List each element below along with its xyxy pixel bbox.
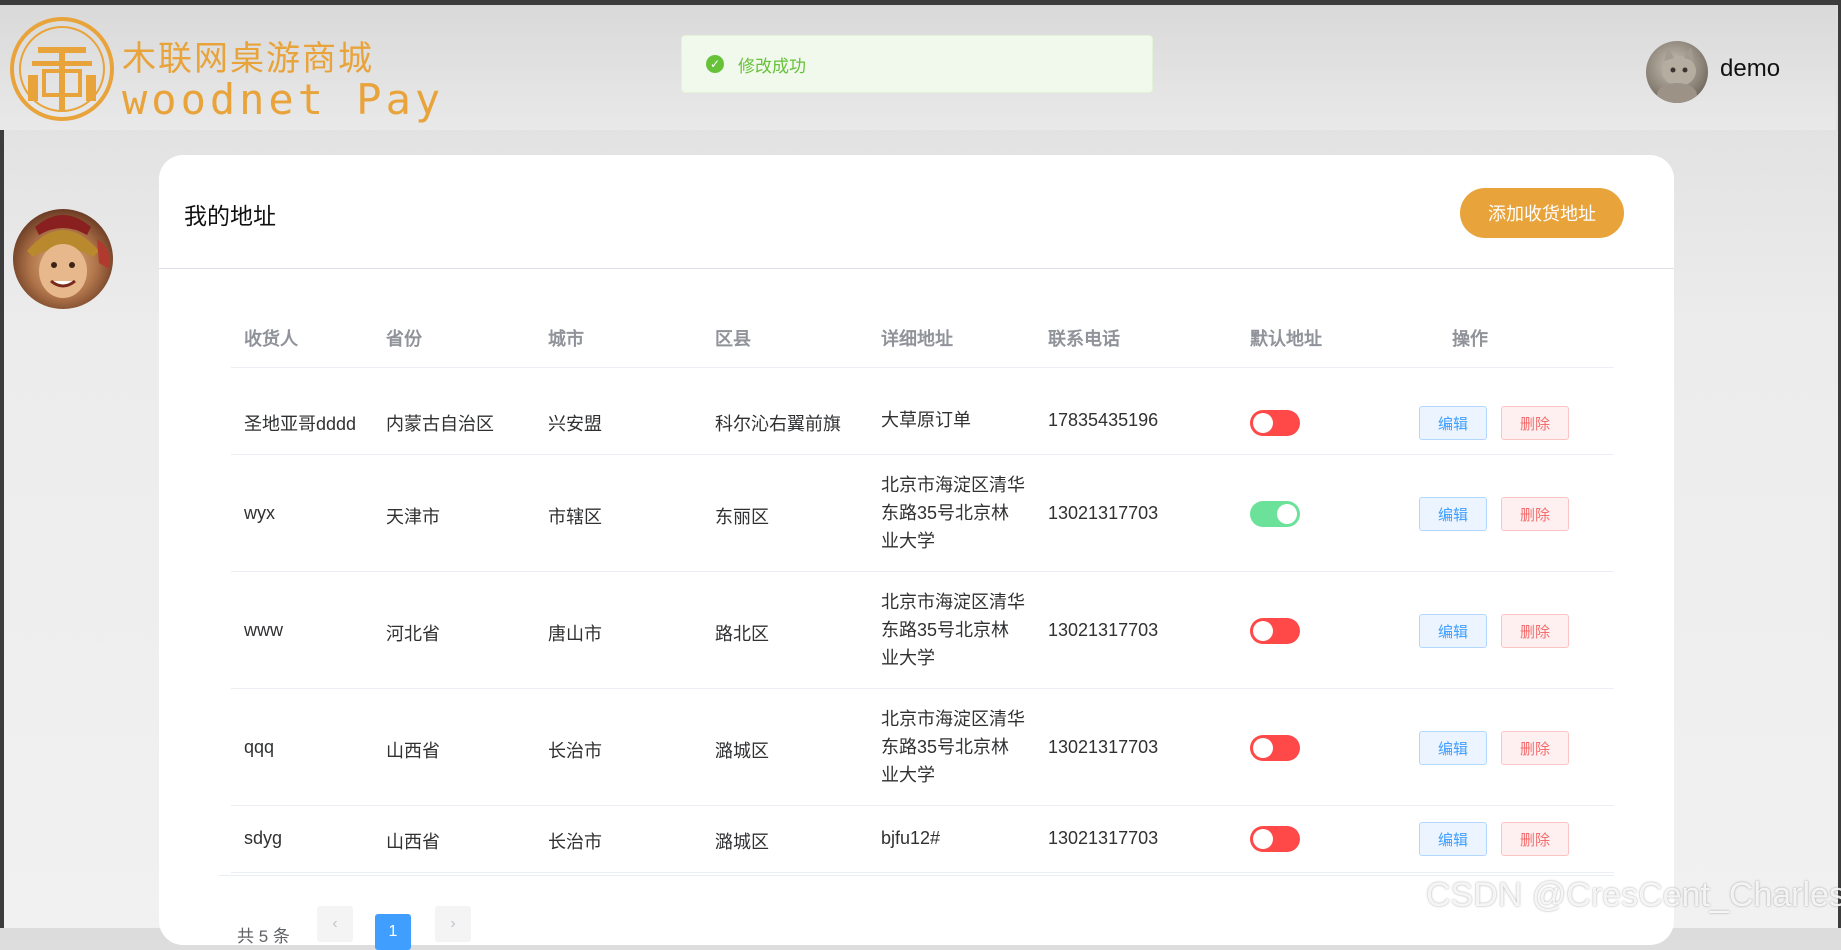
pagination-total: 共 5 条 (237, 927, 290, 946)
cat-photo-icon (1657, 47, 1697, 103)
switch-knob (1253, 621, 1273, 641)
phone: 13021317703 (1048, 828, 1159, 848)
column-header-default: 默认地址 (1250, 329, 1322, 349)
address-line: 大草原订单 (881, 410, 971, 430)
address-line: 北京市海淀区清华 (881, 592, 1025, 612)
district: 潞城区 (715, 832, 769, 852)
city: 唐山市 (548, 624, 602, 644)
detail-address: bjfu12# (881, 824, 1031, 852)
address-line: 东路35号北京林 (881, 737, 1010, 757)
address-line: 业大学 (881, 765, 935, 785)
table-header: 收货人 省份 城市 区县 详细地址 联系电话 默认地址 操作 (231, 305, 1614, 368)
address-line: 北京市海淀区清华 (881, 475, 1025, 495)
column-header-recipient: 收货人 (244, 329, 298, 349)
recipient-name: wyx (244, 503, 275, 523)
edit-button[interactable]: 编辑 (1419, 731, 1487, 765)
phone: 13021317703 (1048, 503, 1159, 523)
recipient-name: www (244, 620, 283, 640)
detail-address: 北京市海淀区清华 东路35号北京林 业大学 (881, 588, 1031, 672)
edit-button[interactable]: 编辑 (1419, 614, 1487, 648)
chevron-right-icon[interactable]: › (435, 906, 471, 942)
switch-knob (1253, 738, 1273, 758)
province: 山西省 (386, 741, 440, 761)
user-name[interactable]: demo (1720, 55, 1780, 83)
table-row: wyx 天津市 市辖区 东丽区 北京市海淀区清华 东路35号北京林 业大学 13… (231, 455, 1614, 572)
address-line: 东路35号北京林 (881, 503, 1010, 523)
window-left-border (0, 130, 4, 928)
brand-name-cn: 木联网桌游商城 (122, 39, 374, 79)
site-header: 木联网桌游商城 woodnet Pay ✓ 修改成功 demo (0, 5, 1836, 130)
edit-button[interactable]: 编辑 (1419, 822, 1487, 856)
default-address-switch[interactable] (1250, 501, 1300, 527)
province: 山西省 (386, 832, 440, 852)
default-address-switch[interactable] (1250, 826, 1300, 852)
detail-address: 大草原订单 (881, 406, 1031, 434)
card-divider (159, 268, 1674, 269)
delete-button[interactable]: 删除 (1501, 614, 1569, 648)
district: 科尔沁右翼前旗 (715, 414, 841, 434)
table-row: www 河北省 唐山市 路北区 北京市海淀区清华 东路35号北京林 业大学 13… (231, 572, 1614, 689)
recipient-name: qqq (244, 737, 275, 757)
column-header-actions: 操作 (1452, 329, 1488, 349)
province: 天津市 (386, 507, 440, 527)
province: 内蒙古自治区 (386, 414, 494, 434)
default-address-switch[interactable] (1250, 410, 1300, 436)
delete-button[interactable]: 删除 (1501, 497, 1569, 531)
column-header-address: 详细地址 (881, 329, 953, 349)
phone: 17835435196 (1048, 410, 1159, 430)
column-header-province: 省份 (386, 329, 422, 349)
phone: 13021317703 (1048, 737, 1159, 757)
user-avatar[interactable] (1646, 41, 1708, 103)
city: 长治市 (548, 832, 602, 852)
default-address-switch[interactable] (1250, 618, 1300, 644)
brand-logo-icon[interactable] (8, 13, 116, 125)
city: 长治市 (548, 741, 602, 761)
delete-button[interactable]: 删除 (1501, 731, 1569, 765)
table-row: sdyg 山西省 长治市 潞城区 bjfu12# 13021317703 编辑 … (231, 806, 1614, 873)
city: 兴安盟 (548, 414, 602, 434)
edit-button[interactable]: 编辑 (1419, 497, 1487, 531)
address-line: bjfu12# (881, 828, 941, 848)
address-line: 北京市海淀区清华 (881, 709, 1025, 729)
toast-message: 修改成功 (738, 56, 806, 76)
watermark: CSDN @CresCent_Charles (1426, 876, 1841, 914)
address-card: 我的地址 添加收货地址 收货人 省份 城市 区县 详细地址 联系电话 默认地址 … (159, 155, 1674, 950)
edit-button[interactable]: 编辑 (1419, 406, 1487, 440)
city: 市辖区 (548, 507, 602, 527)
column-header-city: 城市 (548, 329, 584, 349)
phone: 13021317703 (1048, 620, 1159, 640)
column-header-phone: 联系电话 (1048, 329, 1120, 349)
detail-address: 北京市海淀区清华 东路35号北京林 业大学 (881, 471, 1031, 555)
switch-knob (1253, 829, 1273, 849)
warrior-portrait-icon (27, 215, 110, 298)
page-title: 我的地址 (184, 203, 276, 229)
pagination-page-current[interactable]: 1 (375, 914, 411, 950)
table-row: 圣地亚哥dddd 内蒙古自治区 兴安盟 科尔沁右翼前旗 大草原订单 178354… (231, 368, 1614, 455)
default-address-switch[interactable] (1250, 735, 1300, 761)
district: 潞城区 (715, 741, 769, 761)
profile-avatar[interactable] (13, 209, 113, 309)
province: 河北省 (386, 624, 440, 644)
success-toast: ✓ 修改成功 (681, 35, 1153, 93)
column-header-district: 区县 (715, 329, 751, 349)
add-address-button[interactable]: 添加收货地址 (1460, 188, 1624, 238)
recipient-name: 圣地亚哥dddd (244, 414, 357, 434)
chevron-left-icon[interactable]: ‹ (317, 906, 353, 942)
address-line: 东路35号北京林 (881, 620, 1010, 640)
address-line: 业大学 (881, 648, 935, 668)
table-bottom-divider (219, 875, 1614, 876)
check-circle-icon: ✓ (706, 55, 724, 73)
delete-button[interactable]: 删除 (1501, 406, 1569, 440)
district: 路北区 (715, 624, 769, 644)
address-table: 收货人 省份 城市 区县 详细地址 联系电话 默认地址 操作 圣地亚哥dddd … (231, 305, 1614, 873)
district: 东丽区 (715, 507, 769, 527)
delete-button[interactable]: 删除 (1501, 822, 1569, 856)
switch-knob (1277, 504, 1297, 524)
detail-address: 北京市海淀区清华 东路35号北京林 业大学 (881, 705, 1031, 789)
switch-knob (1253, 413, 1273, 433)
table-row: qqq 山西省 长治市 潞城区 北京市海淀区清华 东路35号北京林 业大学 13… (231, 689, 1614, 806)
recipient-name: sdyg (244, 828, 283, 848)
brand-name-en: woodnet Pay (122, 75, 445, 124)
address-line: 业大学 (881, 531, 935, 551)
